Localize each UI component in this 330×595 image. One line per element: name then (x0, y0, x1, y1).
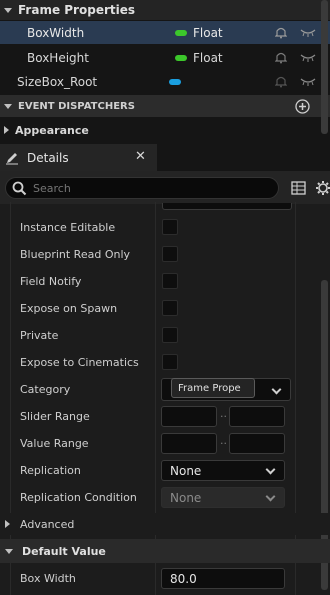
event-dispatchers-header[interactable]: EVENT DISPATCHERS (0, 95, 330, 117)
category-title: Frame Properties (18, 3, 135, 17)
chevron-down-icon (271, 384, 282, 395)
column-divider-middle (155, 202, 156, 595)
replication-condition-value: None (170, 490, 202, 505)
bell-icon[interactable] (275, 75, 287, 88)
expose-to-cinematics-checkbox[interactable] (162, 354, 178, 370)
field-notify-checkbox[interactable] (162, 273, 178, 289)
slider-range-min[interactable] (161, 406, 217, 427)
pencil-icon (6, 152, 18, 164)
collapse-arrow-icon[interactable] (4, 103, 12, 109)
variable-name: BoxWidth (27, 25, 85, 40)
replication-dropdown[interactable]: None (161, 460, 285, 481)
blueprint-read-only-checkbox[interactable] (162, 246, 178, 262)
slider-range-max[interactable] (229, 406, 285, 427)
expand-arrow-icon[interactable] (5, 520, 10, 528)
expose-to-cinematics-label: Expose to Cinematics (20, 356, 139, 369)
collapse-arrow-icon[interactable] (4, 7, 12, 13)
advanced-title: Advanced (20, 517, 75, 531)
close-tab-icon[interactable]: ✕ (135, 149, 146, 164)
bell-icon[interactable] (275, 51, 287, 64)
search-box[interactable] (5, 177, 279, 199)
chevron-down-icon (265, 491, 276, 502)
range-separator: ·· (220, 410, 227, 423)
event-dispatchers-title: EVENT DISPATCHERS (18, 100, 135, 112)
expose-on-spawn-label: Expose on Spawn (20, 302, 118, 315)
category-tooltip: Frame Prope (171, 378, 255, 398)
box-width-input[interactable]: 80.0 (161, 568, 285, 589)
blueprint-read-only-label: Blueprint Read Only (20, 248, 131, 261)
variable-type: Float (193, 50, 223, 65)
appearance-title: Appearance (15, 123, 89, 137)
category-frame-properties[interactable]: Frame Properties (0, 0, 330, 20)
replication-condition-label: Replication Condition (20, 491, 137, 504)
search-icon (12, 181, 27, 196)
advanced-header[interactable]: Advanced (0, 513, 330, 535)
variable-name: SizeBox_Root (17, 74, 98, 89)
value-range-label: Value Range (20, 437, 89, 450)
variable-row-boxheight[interactable]: BoxHeight Float (0, 46, 330, 69)
details-tab-title: Details (27, 150, 69, 165)
appearance-header[interactable]: Appearance (0, 120, 330, 140)
column-divider-left (10, 202, 11, 595)
private-label: Private (20, 329, 59, 342)
bell-icon[interactable] (275, 26, 287, 39)
chevron-down-icon (265, 464, 276, 475)
box-width-label: Box Width (20, 572, 76, 585)
private-checkbox[interactable] (162, 327, 178, 343)
add-circle-icon[interactable] (295, 99, 310, 114)
variable-row-sizebox-root[interactable]: SizeBox_Root (0, 70, 330, 93)
variable-type: Float (193, 25, 223, 40)
float-type-pill-icon (175, 55, 187, 61)
float-type-pill-icon (175, 30, 187, 36)
replication-condition-dropdown: None (161, 487, 285, 508)
category-label: Category (20, 383, 71, 396)
outliner-scrollbar[interactable] (321, 0, 328, 134)
variable-row-boxwidth[interactable]: BoxWidth Float (0, 21, 330, 44)
default-value-title: Default Value (22, 544, 106, 558)
category-value: Frame Prope (178, 382, 241, 394)
settings-gear-icon[interactable] (315, 180, 330, 196)
box-width-value: 80.0 (170, 571, 197, 586)
range-separator: ·· (220, 437, 227, 450)
variable-name: BoxHeight (27, 50, 89, 65)
instance-editable-label: Instance Editable (20, 221, 116, 234)
collapse-arrow-icon[interactable] (5, 548, 13, 554)
value-range-max[interactable] (229, 433, 285, 454)
slider-range-label: Slider Range (20, 410, 90, 423)
default-value-header[interactable]: Default Value (0, 539, 330, 563)
replication-value: None (170, 463, 202, 478)
expose-on-spawn-checkbox[interactable] (162, 300, 178, 316)
value-range-min[interactable] (161, 433, 217, 454)
expand-arrow-icon[interactable] (4, 126, 9, 134)
eye-closed-icon[interactable] (300, 53, 316, 62)
table-view-icon[interactable] (291, 181, 306, 195)
details-tab[interactable]: Details ✕ (0, 144, 157, 171)
replication-label: Replication (20, 464, 81, 477)
instance-editable-checkbox[interactable] (162, 219, 178, 235)
field-notify-label: Field Notify (20, 275, 82, 288)
eye-closed-icon[interactable] (300, 77, 316, 86)
search-input[interactable] (33, 180, 263, 196)
object-type-pill-icon (169, 79, 181, 85)
column-divider-right (295, 202, 296, 595)
partial-field (162, 203, 292, 210)
eye-closed-icon[interactable] (300, 28, 316, 37)
